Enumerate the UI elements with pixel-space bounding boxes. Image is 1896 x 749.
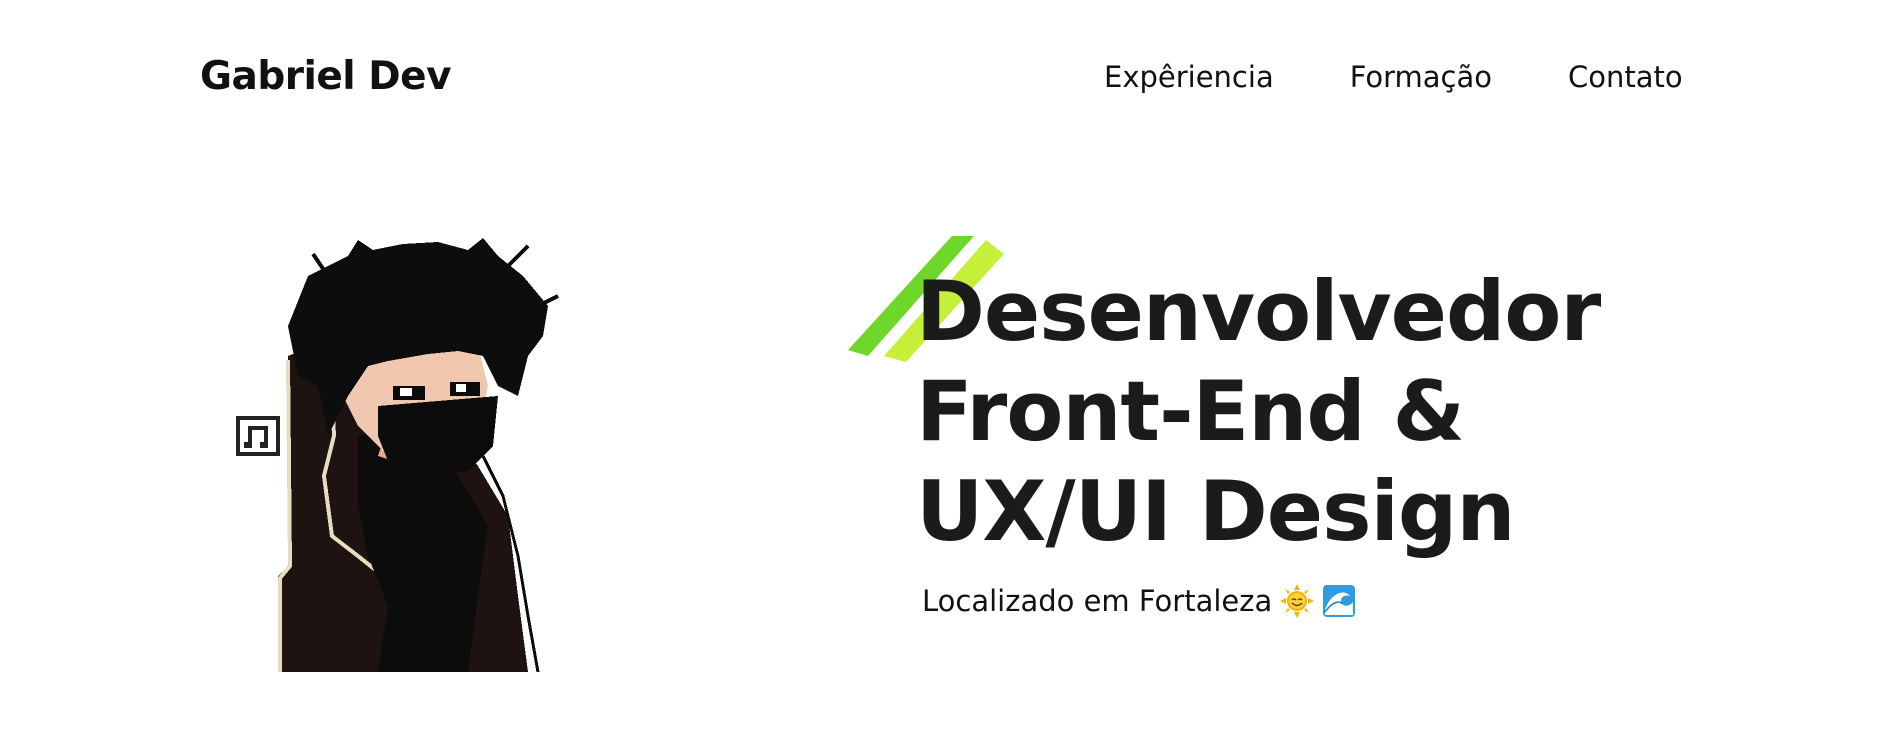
page: Gabriel Dev Expêriencia Formação Contato xyxy=(0,0,1896,749)
wave-icon xyxy=(1323,585,1356,617)
nav-link-experiencia[interactable]: Expêriencia xyxy=(1104,60,1274,94)
main-nav: Expêriencia Formação Contato xyxy=(1104,60,1683,94)
smiling-sun-icon xyxy=(1280,584,1315,618)
hero-line-2: Front-End & xyxy=(916,363,1465,460)
site-logo[interactable]: Gabriel Dev xyxy=(200,54,452,99)
location-text: Localizado em Fortaleza xyxy=(922,584,1356,618)
hero-line-1: Desenvolvedor xyxy=(916,263,1601,360)
hero-line-3: UX/UI Design xyxy=(916,463,1515,560)
nav-link-formacao[interactable]: Formação xyxy=(1350,60,1492,94)
nav-link-contato[interactable]: Contato xyxy=(1568,60,1683,94)
hero-heading: Desenvolvedor Front-End & UX/UI Design xyxy=(916,262,1601,562)
location-label: Localizado em Fortaleza xyxy=(922,584,1273,618)
music-note-icon xyxy=(236,416,280,456)
pixel-art-avatar xyxy=(236,238,559,672)
